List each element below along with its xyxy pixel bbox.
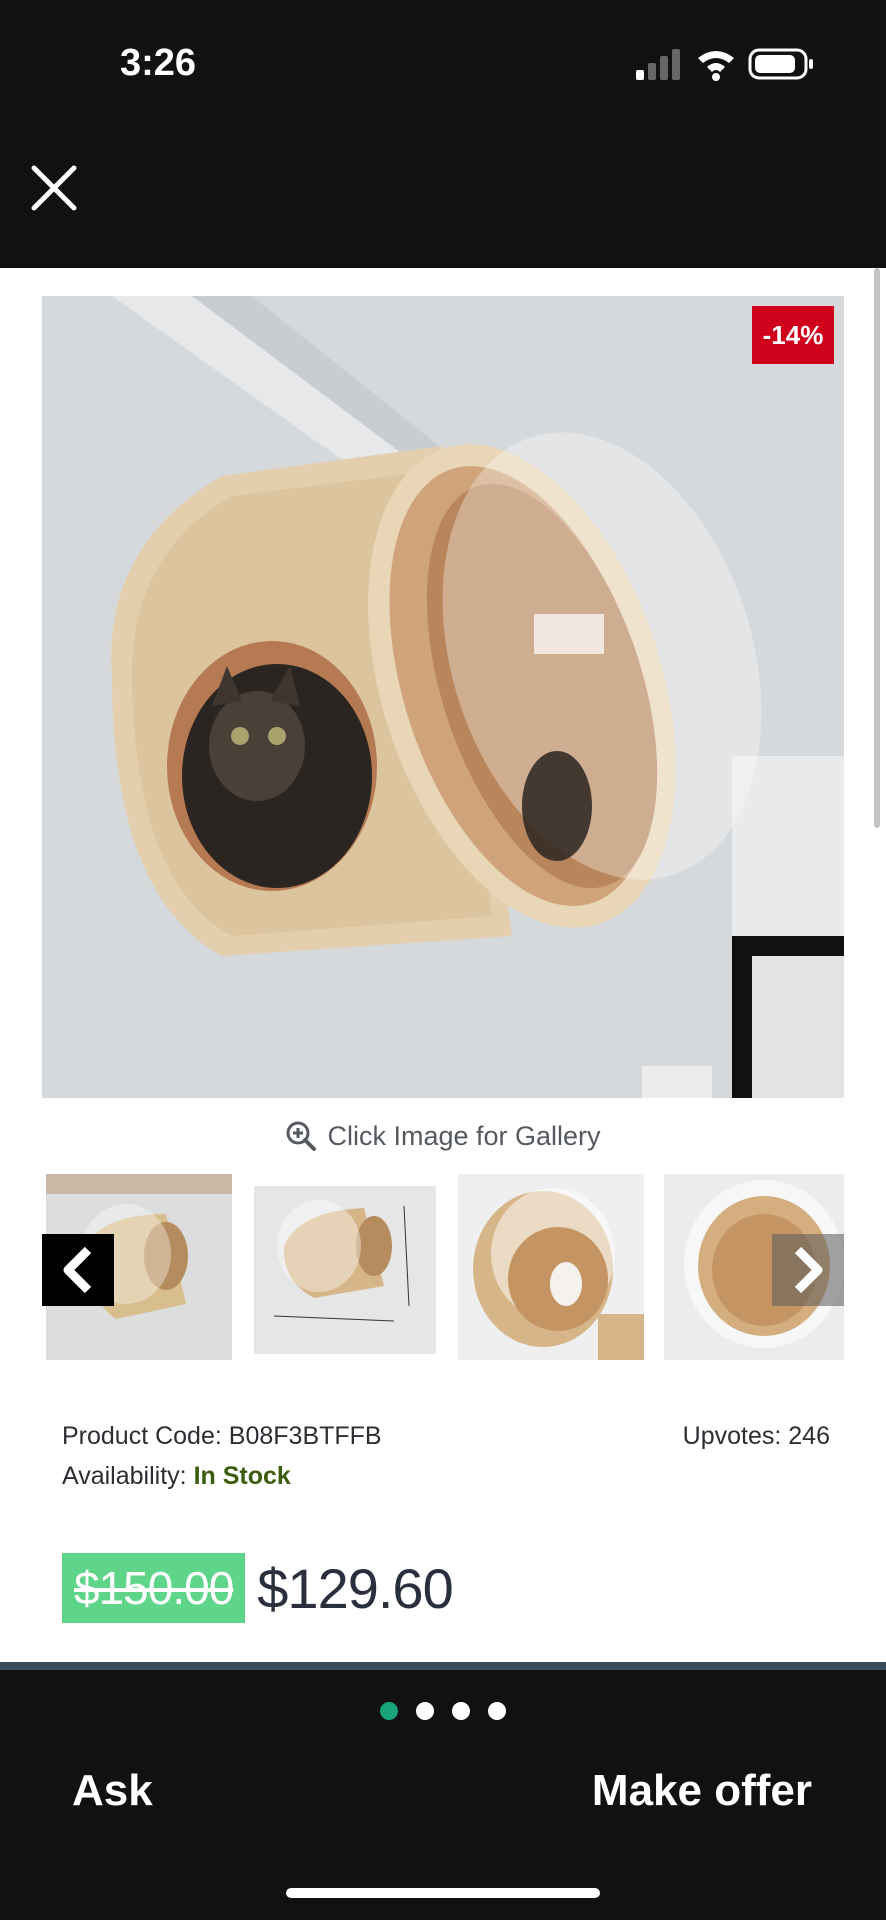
status-time: 3:26 — [120, 42, 197, 84]
availability-label: Availability: — [62, 1462, 187, 1490]
thumbnail-strip — [42, 1174, 844, 1364]
chevron-left-icon — [63, 1246, 92, 1294]
page-indicator — [0, 1702, 886, 1720]
close-icon — [31, 165, 77, 211]
top-bar — [0, 130, 886, 268]
home-indicator[interactable] — [286, 1888, 600, 1898]
thumbnail-2[interactable] — [254, 1186, 436, 1354]
cat-bed-photo — [42, 296, 844, 1098]
original-price: $150.00 — [62, 1553, 246, 1623]
cellular-signal-icon — [636, 49, 680, 80]
price-row: $150.00 $129.60 — [62, 1552, 454, 1624]
page-dot-3[interactable] — [452, 1702, 470, 1720]
scrollbar[interactable] — [874, 268, 880, 828]
page-dot-1[interactable] — [380, 1702, 398, 1720]
make-offer-button[interactable]: Make offer — [592, 1766, 812, 1816]
upvotes: Upvotes: 246 — [683, 1416, 830, 1456]
status-bar: 3:26 — [0, 0, 886, 130]
thumbnail-3[interactable] — [458, 1174, 644, 1360]
battery-icon — [748, 48, 813, 80]
product-code-value: B08F3BTFFB — [228, 1422, 382, 1450]
product-code-label: Product Code: — [62, 1422, 222, 1450]
status-icons — [636, 48, 816, 82]
product-code: Product Code: B08F3BTFFB — [62, 1416, 382, 1456]
bottom-action-bar: Ask Make offer — [0, 1670, 886, 1920]
product-meta: Product Code: B08F3BTFFB Upvotes: 246 Av… — [62, 1416, 830, 1496]
sale-price: $129.60 — [257, 1556, 453, 1620]
close-button[interactable] — [28, 162, 80, 214]
gallery-hint-label: Click Image for Gallery — [327, 1120, 601, 1151]
availability-status: In Stock — [193, 1462, 291, 1490]
discount-badge: -14% — [752, 306, 834, 364]
upvotes-label: Upvotes: — [682, 1422, 782, 1450]
product-content: -14% Click Image for Gallery Product Cod… — [0, 268, 886, 1662]
upvotes-count: 246 — [788, 1422, 830, 1450]
page-dot-2[interactable] — [416, 1702, 434, 1720]
ask-button[interactable]: Ask — [72, 1766, 153, 1816]
thumbnails-next-button[interactable] — [772, 1234, 844, 1306]
chevron-right-icon — [794, 1246, 823, 1294]
gallery-hint[interactable]: Click Image for Gallery — [0, 1116, 886, 1156]
availability: Availability: In Stock — [62, 1456, 830, 1496]
page-dot-4[interactable] — [488, 1702, 506, 1720]
wifi-icon — [698, 51, 734, 81]
divider — [0, 1662, 886, 1670]
zoom-in-icon — [286, 1121, 317, 1151]
product-main-image[interactable]: -14% — [42, 296, 844, 1098]
thumbnails-prev-button[interactable] — [42, 1234, 114, 1306]
